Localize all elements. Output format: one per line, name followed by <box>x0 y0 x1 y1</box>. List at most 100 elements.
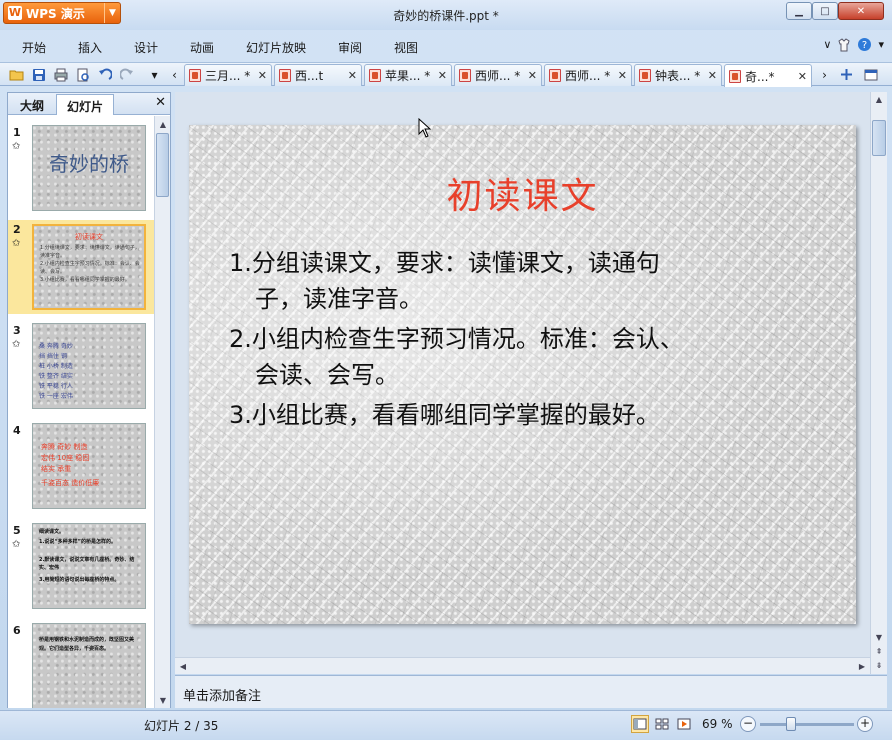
scroll-right-icon[interactable]: ▶ <box>854 658 870 674</box>
save-icon[interactable] <box>30 66 47 83</box>
zoom-slider-track[interactable] <box>760 723 854 726</box>
close-tab-icon[interactable]: ✕ <box>618 69 627 82</box>
next-slide-icon[interactable]: ⇟ <box>871 658 887 672</box>
bullet-number: 2. <box>229 325 252 353</box>
thumbnail-row-6[interactable]: 6 桥是用钢铁和水泥制造而成的，既坚固又美观。它们造型各异，千姿百态。 <box>8 621 154 708</box>
doc-tab-5[interactable]: 西师... * ✕ <box>544 64 632 86</box>
window-title: 奇妙的桥课件.ppt * <box>393 9 499 23</box>
thumbnail-title: 初读课文 <box>75 233 103 241</box>
close-tab-icon[interactable]: ✕ <box>798 70 807 83</box>
ppt-file-icon <box>729 69 741 83</box>
doc-tab-label: 奇...* <box>745 69 775 84</box>
doc-tab-label: 西师... * <box>565 69 611 83</box>
menu-home[interactable]: 开始 <box>22 39 46 56</box>
notes-pane[interactable]: 单击添加备注 <box>175 675 887 708</box>
slide-bullet-2[interactable]: 2.小组内检查生字预习情况。标准：会认、 会读、会写。 <box>229 321 789 393</box>
scroll-down-icon[interactable]: ▼ <box>155 692 171 708</box>
redo-icon[interactable] <box>118 66 135 83</box>
thumbnail-line: 铁 一座 宏伟 <box>39 393 73 400</box>
close-tab-icon[interactable]: ✕ <box>258 69 267 82</box>
previous-slide-icon[interactable]: ⇞ <box>871 644 887 658</box>
minimize-button[interactable]: ▁ <box>786 2 812 20</box>
tab-outline[interactable]: 大纲 <box>10 94 54 115</box>
doc-tab-3[interactable]: 苹果... * ✕ <box>364 64 452 86</box>
zoom-slider-handle[interactable] <box>786 717 796 731</box>
menu-review[interactable]: 审阅 <box>338 39 362 56</box>
scroll-up-icon[interactable]: ▲ <box>155 116 171 132</box>
thumbnail-line: 1.说说“多种多样”的桥是怎样的。 <box>39 539 116 545</box>
doc-tab-7-active[interactable]: 奇...* ✕ <box>724 64 812 87</box>
scroll-down-icon[interactable]: ▼ <box>871 630 887 644</box>
slide-horizontal-scrollbar[interactable]: ◀ ▶ <box>175 657 870 674</box>
thumbnail-row-2-selected[interactable]: 2 ✩ 初读课文 1.分组读课文，要求：读懂课文，读通句子，读准字音。 2.小组… <box>8 220 154 314</box>
doc-tab-6[interactable]: 钟表... * ✕ <box>634 64 722 86</box>
close-icon[interactable]: ✕ <box>155 95 166 110</box>
scroll-up-icon[interactable]: ▲ <box>871 92 887 106</box>
thumbnail-line: 桥是用钢铁和水泥制造而成的，既坚固又美观。它们造型各异，千姿百态。 <box>39 637 135 652</box>
toolbar-dropdown-icon[interactable]: ▾ <box>146 66 163 83</box>
close-tab-icon[interactable]: ✕ <box>348 69 357 82</box>
slide-thumbnail[interactable]: 奔腾 奇妙 制造 宏伟 10座 稳固 结实 承重 千姿百态 造价低廉 <box>32 423 146 509</box>
help-icon[interactable]: ? <box>857 37 872 52</box>
ppt-file-icon <box>459 69 471 82</box>
print-preview-icon[interactable] <box>74 66 91 83</box>
thumbnail-number: 2 <box>13 223 21 236</box>
scroll-left-icon[interactable]: ◀ <box>175 658 191 674</box>
zoom-in-button[interactable]: + <box>857 716 873 732</box>
menu-design[interactable]: 设计 <box>134 39 158 56</box>
current-slide[interactable]: 初读课文 1.分组读课文，要求：读懂课文，读通句 子，读准字音。 2.小组内检查… <box>189 125 856 624</box>
slide-thumbnail[interactable]: 奇妙的桥 <box>32 125 146 211</box>
thumbnail-row-4[interactable]: 4 奔腾 奇妙 制造 宏伟 10座 稳固 结实 承重 千姿百态 造价低廉 <box>8 421 154 511</box>
ppt-file-icon <box>279 69 291 82</box>
thumbnail-line: 桩 小桥 制造 <box>39 363 73 370</box>
chevron-down-icon[interactable]: ∨ <box>823 38 831 51</box>
maximize-button[interactable]: □ <box>812 2 838 20</box>
scrollbar-thumb[interactable] <box>156 133 169 197</box>
slide-bullet-3[interactable]: 3.小组比赛，看看哪组同学掌握的最好。 <box>229 397 789 433</box>
chevron-down-icon[interactable]: ▾ <box>878 38 884 51</box>
undo-icon[interactable] <box>96 66 113 83</box>
doc-tab-4[interactable]: 西师... * ✕ <box>454 64 542 86</box>
slide-thumbnail[interactable]: 桥是用钢铁和水泥制造而成的，既坚固又美观。它们造型各异，千姿百态。 <box>32 623 146 708</box>
new-tab-icon[interactable] <box>838 66 855 83</box>
thumbnail-row-5[interactable]: 5 ✩ 细读课文。 1.说说“多种多样”的桥是怎样的。 2.默读课文，说说文章有… <box>8 521 154 611</box>
title-bar: W WPS 演示 ▼ 奇妙的桥课件.ppt * ▁ □ ✕ <box>0 0 892 30</box>
slide-sorter-view-icon[interactable] <box>653 715 671 733</box>
tab-slides[interactable]: 幻灯片 <box>56 94 115 115</box>
scroll-tabs-right-icon[interactable]: › <box>816 66 833 83</box>
close-tab-icon[interactable]: ✕ <box>528 69 537 82</box>
pane-tabs: 大纲 幻灯片 ✕ <box>8 93 170 115</box>
slide-thumbnail[interactable]: 细读课文。 1.说说“多种多样”的桥是怎样的。 2.默读课文，说说文章有几座桥。… <box>32 523 146 609</box>
scroll-tabs-left-icon[interactable]: ‹ <box>166 66 183 83</box>
bullet-number: 3. <box>229 401 252 429</box>
slide-vertical-scrollbar[interactable]: ▲ ▼ ⇞ ⇟ <box>870 92 887 674</box>
doc-tab-2[interactable]: 西...t ✕ <box>274 64 362 86</box>
thumbnail-row-1[interactable]: 1 ✩ 奇妙的桥 <box>8 123 154 213</box>
normal-view-icon[interactable] <box>631 715 649 733</box>
open-folder-icon[interactable] <box>8 66 25 83</box>
menu-animation[interactable]: 动画 <box>190 39 214 56</box>
menu-view[interactable]: 视图 <box>394 39 418 56</box>
close-tab-icon[interactable]: ✕ <box>708 69 717 82</box>
thumbnail-row-3[interactable]: 3 ✩ 桑 奔腾 奇妙 挡 挡住 钢 桩 小桥 制造 铁 整齐 结实 铁 平稳 … <box>8 321 154 411</box>
skin-icon[interactable] <box>837 37 851 52</box>
doc-tab-1[interactable]: 三月... * ✕ <box>184 64 272 86</box>
menu-insert[interactable]: 插入 <box>78 39 102 56</box>
tab-list-icon[interactable] <box>862 66 879 83</box>
slides-pane: 大纲 幻灯片 ✕ 1 ✩ 奇妙的桥 2 ✩ 初读课文 1.分组读课文，要求：读懂… <box>7 92 171 708</box>
slide-thumbnail[interactable]: 桑 奔腾 奇妙 挡 挡住 钢 桩 小桥 制造 铁 整齐 结实 铁 平稳 行人 铁… <box>32 323 146 409</box>
slideshow-view-icon[interactable] <box>675 715 693 733</box>
thumbnails-scrollbar[interactable]: ▲ ▼ <box>154 116 170 708</box>
scrollbar-thumb[interactable] <box>872 120 886 156</box>
slide-counter: 幻灯片 2 / 35 <box>144 719 219 733</box>
slide-title[interactable]: 初读课文 <box>189 167 856 219</box>
close-button[interactable]: ✕ <box>838 2 884 20</box>
slide-thumbnail[interactable]: 初读课文 1.分组读课文，要求：读懂课文，读通句子，读准字音。 2.小组内检查生… <box>32 224 146 310</box>
slide-bullet-1[interactable]: 1.分组读课文，要求：读懂课文，读通句 子，读准字音。 <box>229 245 789 317</box>
menu-slideshow[interactable]: 幻灯片放映 <box>246 39 306 56</box>
animation-star-icon: ✩ <box>12 339 21 350</box>
close-tab-icon[interactable]: ✕ <box>438 69 447 82</box>
thumbnail-number: 4 <box>13 424 21 437</box>
print-icon[interactable] <box>52 66 69 83</box>
zoom-out-button[interactable]: − <box>740 716 756 732</box>
